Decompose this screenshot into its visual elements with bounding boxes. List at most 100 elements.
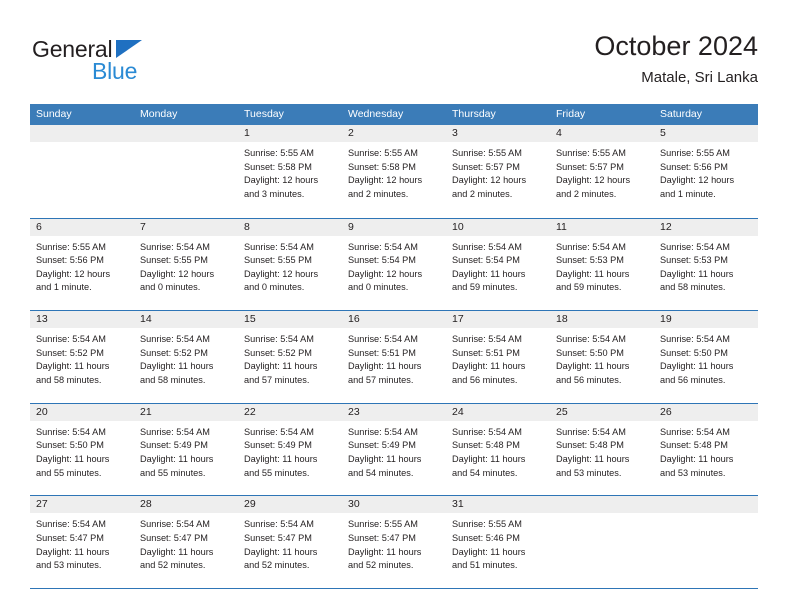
day-cell[interactable]: 1 Sunrise: 5:55 AM Sunset: 5:58 PM Daylight… xyxy=(238,125,342,218)
sunset-line: Sunset: 5:56 PM xyxy=(36,255,104,266)
day-cell[interactable]: 17 Sunrise: 5:54 AM Sunset: 5:51 PM Dayligh… xyxy=(446,311,550,403)
calendar-bottom-rule xyxy=(30,587,758,589)
day-cell[interactable]: 15 Sunrise: 5:54 AM Sunset: 5:52 PM Dayligh… xyxy=(238,311,342,403)
sunrise-line: Sunrise: 5:54 AM xyxy=(660,241,730,252)
day-cell[interactable]: 12 Sunrise: 5:54 AM Sunset: 5:53 PM Dayligh… xyxy=(654,218,758,311)
day-cell-empty xyxy=(134,125,238,218)
daylight-line: Daylight: 11 hours xyxy=(660,453,734,464)
day-cell[interactable]: 7 Sunrise: 5:54 AM Sunset: 5:55 PM Daylight… xyxy=(134,218,238,311)
weekday-header-friday: Friday xyxy=(556,108,586,120)
day-number: 19 xyxy=(654,311,758,329)
day-cell[interactable]: 30 Sunrise: 5:55 AM Sunset: 5:47 PM Dayligh… xyxy=(342,496,446,588)
daylight-line: Daylight: 11 hours xyxy=(452,361,526,372)
day-cell[interactable]: 10 Sunrise: 5:54 AM Sunset: 5:54 PM Dayligh… xyxy=(446,218,550,311)
day-sun-info: Sunrise: 5:54 AM Sunset: 5:54 PM Daylight:… xyxy=(446,236,550,295)
day-cell[interactable]: 28 Sunrise: 5:54 AM Sunset: 5:47 PM Dayligh… xyxy=(134,496,238,588)
daylight-line: Daylight: 11 hours xyxy=(348,546,422,557)
day-cell[interactable]: 16 Sunrise: 5:54 AM Sunset: 5:51 PM Dayligh… xyxy=(342,311,446,403)
sunrise-line: Sunrise: 5:54 AM xyxy=(556,334,626,345)
day-sun-info: Sunrise: 5:54 AM Sunset: 5:49 PM Daylight:… xyxy=(238,421,342,480)
day-cell[interactable]: 3 Sunrise: 5:55 AM Sunset: 5:57 PM Daylight… xyxy=(446,125,550,218)
weekday-header-thursday: Thursday xyxy=(452,108,496,120)
day-cell[interactable]: 13 Sunrise: 5:54 AM Sunset: 5:52 PM Dayligh… xyxy=(30,311,134,403)
daylight-line: and 55 minutes. xyxy=(36,467,102,478)
day-cell[interactable]: 22 Sunrise: 5:54 AM Sunset: 5:49 PM Dayligh… xyxy=(238,403,342,496)
day-cell[interactable]: 27 Sunrise: 5:54 AM Sunset: 5:47 PM Dayligh… xyxy=(30,496,134,588)
day-cell[interactable]: 29 Sunrise: 5:54 AM Sunset: 5:47 PM Dayligh… xyxy=(238,496,342,588)
calendar-week-row: 20 Sunrise: 5:54 AM Sunset: 5:50 PM Dayligh… xyxy=(30,402,758,496)
day-sun-info: Sunrise: 5:54 AM Sunset: 5:53 PM Daylight:… xyxy=(654,236,758,295)
day-number: 16 xyxy=(342,311,446,329)
day-cell[interactable]: 11 Sunrise: 5:54 AM Sunset: 5:53 PM Dayligh… xyxy=(550,218,654,311)
daylight-line: Daylight: 12 hours xyxy=(36,268,111,279)
brand-name-blue: Blue xyxy=(92,58,138,84)
day-cell[interactable]: 20 Sunrise: 5:54 AM Sunset: 5:50 PM Dayligh… xyxy=(30,403,134,496)
day-cell[interactable]: 26 Sunrise: 5:54 AM Sunset: 5:48 PM Dayligh… xyxy=(654,403,758,496)
day-cell[interactable]: 23 Sunrise: 5:54 AM Sunset: 5:49 PM Dayligh… xyxy=(342,403,446,496)
calendar-weeks: 1 Sunrise: 5:55 AM Sunset: 5:58 PM Daylight… xyxy=(30,125,758,588)
sunrise-line: Sunrise: 5:54 AM xyxy=(244,241,314,252)
day-sun-info: Sunrise: 5:54 AM Sunset: 5:50 PM Daylight:… xyxy=(550,328,654,387)
sunset-line: Sunset: 5:46 PM xyxy=(452,532,520,543)
sunset-line: Sunset: 5:53 PM xyxy=(556,255,624,266)
day-cell-empty xyxy=(654,496,758,588)
weekday-header-tuesday: Tuesday xyxy=(244,108,284,120)
day-cell[interactable]: 18 Sunrise: 5:54 AM Sunset: 5:50 PM Dayligh… xyxy=(550,311,654,403)
day-number xyxy=(134,125,238,142)
daylight-line: Daylight: 12 hours xyxy=(348,175,423,186)
day-number: 10 xyxy=(446,218,550,236)
daylight-line: Daylight: 12 hours xyxy=(556,175,631,186)
sunrise-line: Sunrise: 5:54 AM xyxy=(36,334,106,345)
day-cell[interactable]: 4 Sunrise: 5:55 AM Sunset: 5:57 PM Daylight… xyxy=(550,125,654,218)
daylight-line: Daylight: 11 hours xyxy=(660,361,734,372)
weekday-header-saturday: Saturday xyxy=(660,108,703,120)
brand-triangle-icon xyxy=(116,40,142,58)
day-cell[interactable]: 9 Sunrise: 5:54 AM Sunset: 5:54 PM Daylight… xyxy=(342,218,446,311)
day-cell[interactable]: 14 Sunrise: 5:54 AM Sunset: 5:52 PM Dayligh… xyxy=(134,311,238,403)
day-sun-info: Sunrise: 5:54 AM Sunset: 5:47 PM Daylight:… xyxy=(134,513,238,572)
day-number xyxy=(550,496,654,514)
sunset-line: Sunset: 5:49 PM xyxy=(140,440,208,451)
day-number: 2 xyxy=(342,125,446,142)
day-number: 14 xyxy=(134,311,238,329)
day-cell-empty xyxy=(30,125,134,218)
day-cell[interactable]: 5 Sunrise: 5:55 AM Sunset: 5:56 PM Daylight… xyxy=(654,125,758,218)
sunset-line: Sunset: 5:52 PM xyxy=(36,347,104,358)
day-number: 18 xyxy=(550,311,654,329)
daylight-line: and 58 minutes. xyxy=(36,374,102,385)
day-cell[interactable]: 8 Sunrise: 5:54 AM Sunset: 5:55 PM Daylight… xyxy=(238,218,342,311)
sunrise-line: Sunrise: 5:54 AM xyxy=(140,334,210,345)
sunset-line: Sunset: 5:53 PM xyxy=(660,255,728,266)
daylight-line: Daylight: 11 hours xyxy=(140,361,214,372)
sunset-line: Sunset: 5:48 PM xyxy=(452,440,520,451)
day-number: 12 xyxy=(654,218,758,236)
day-cell[interactable]: 21 Sunrise: 5:54 AM Sunset: 5:49 PM Dayligh… xyxy=(134,403,238,496)
day-cell[interactable]: 6 Sunrise: 5:55 AM Sunset: 5:56 PM Daylight… xyxy=(30,218,134,311)
weekday-header-row: Sunday Monday Tuesday Wednesday Thursday Frid… xyxy=(30,104,758,125)
calendar-week-row: 6 Sunrise: 5:55 AM Sunset: 5:56 PM Daylight… xyxy=(30,217,758,311)
sunrise-line: Sunrise: 5:54 AM xyxy=(140,426,210,437)
calendar-week-row: 13 Sunrise: 5:54 AM Sunset: 5:52 PM Dayligh… xyxy=(30,310,758,403)
daylight-line: and 0 minutes. xyxy=(244,282,305,293)
day-cell[interactable]: 24 Sunrise: 5:54 AM Sunset: 5:48 PM Dayligh… xyxy=(446,403,550,496)
daylight-line: Daylight: 12 hours xyxy=(244,268,319,279)
day-number: 9 xyxy=(342,218,446,236)
daylight-line: Daylight: 11 hours xyxy=(244,546,318,557)
daylight-line: Daylight: 11 hours xyxy=(140,546,214,557)
daylight-line: Daylight: 12 hours xyxy=(660,175,735,186)
day-number: 4 xyxy=(550,125,654,142)
daylight-line: and 52 minutes. xyxy=(244,560,310,571)
daylight-line: and 1 minute. xyxy=(660,188,716,199)
day-number: 27 xyxy=(30,496,134,514)
brand-logo[interactable]: General Blue xyxy=(30,36,250,88)
day-cell[interactable]: 19 Sunrise: 5:54 AM Sunset: 5:50 PM Dayligh… xyxy=(654,311,758,403)
day-cell[interactable]: 2 Sunrise: 5:55 AM Sunset: 5:58 PM Daylight… xyxy=(342,125,446,218)
daylight-line: Daylight: 11 hours xyxy=(140,453,214,464)
daylight-line: Daylight: 11 hours xyxy=(660,268,734,279)
daylight-line: Daylight: 11 hours xyxy=(556,361,630,372)
day-cell[interactable]: 25 Sunrise: 5:54 AM Sunset: 5:48 PM Dayligh… xyxy=(550,403,654,496)
sunrise-line: Sunrise: 5:54 AM xyxy=(348,241,418,252)
sunset-line: Sunset: 5:56 PM xyxy=(660,161,728,172)
weekday-header-sunday: Sunday xyxy=(36,108,72,120)
day-cell[interactable]: 31 Sunrise: 5:55 AM Sunset: 5:46 PM Dayligh… xyxy=(446,496,550,588)
